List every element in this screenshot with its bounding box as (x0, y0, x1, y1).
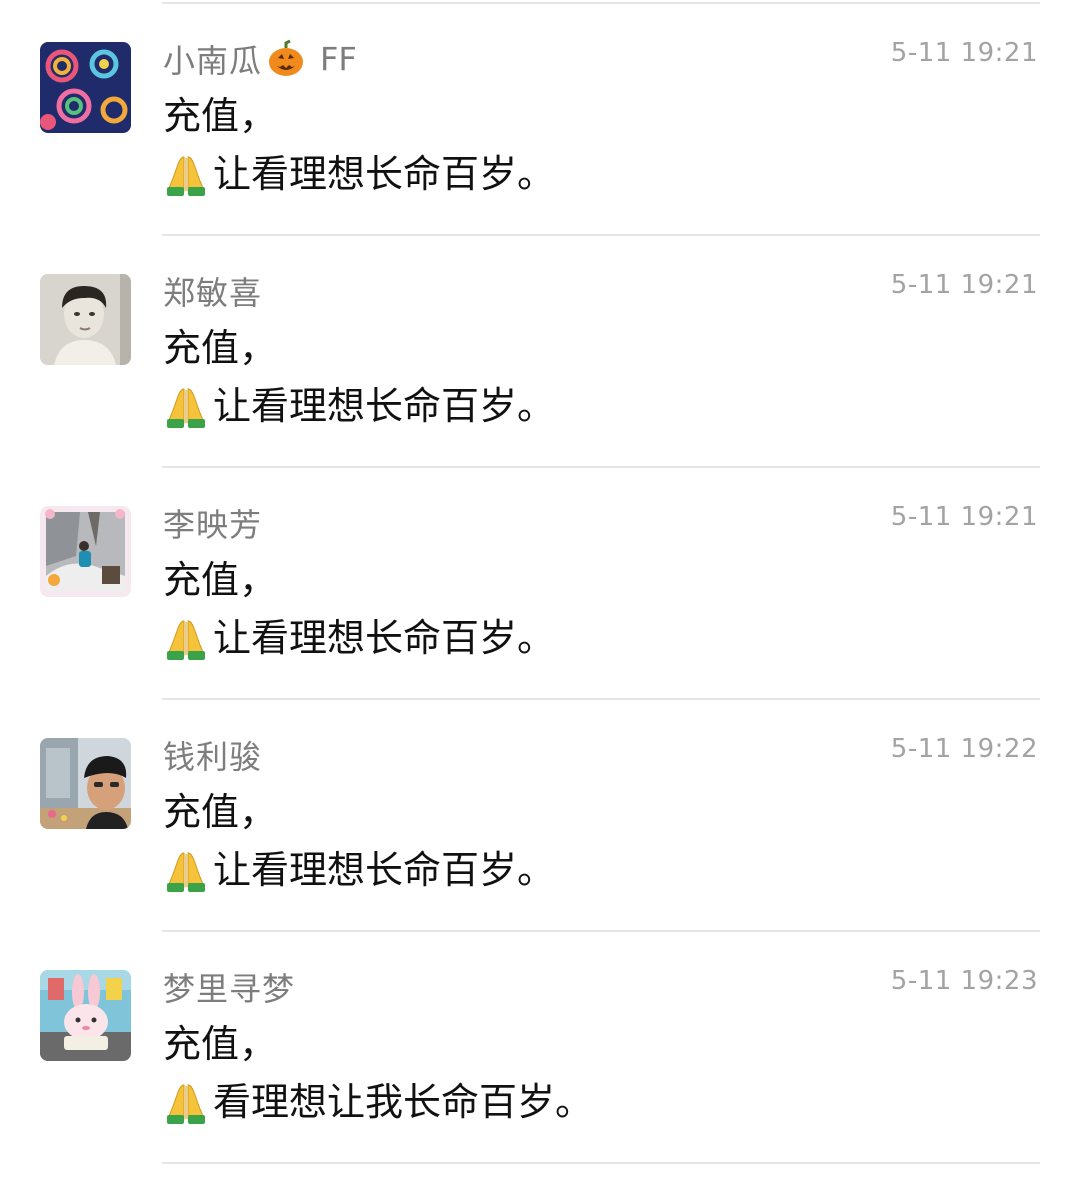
user-name[interactable]: 郑敏喜 (163, 268, 262, 314)
message-line: 让看理想长命百岁。 (163, 148, 555, 200)
message-line: 看理想让我长命百岁。 (163, 1076, 593, 1128)
user-name[interactable]: 梦里寻梦 (163, 964, 295, 1010)
timestamp: 5-11 19:21 (890, 270, 1038, 300)
message-line: 让看理想长命百岁。 (163, 612, 555, 664)
message-line: 充值， (163, 558, 278, 602)
user-name-suffix: FF (320, 40, 357, 78)
user-name[interactable]: 李映芳 (163, 500, 262, 546)
comment-item[interactable]: 钱利骏 5-11 19:22 充值， 让看理想长命百岁。 (0, 698, 1080, 930)
message-text: 让看理想长命百岁。 (213, 616, 556, 660)
message-line: 让看理想长命百岁。 (163, 844, 555, 896)
name-row: 梦里寻梦 (163, 964, 295, 1010)
comment-item[interactable]: 梦里寻梦 5-11 19:23 充值， 看理想让我长命百岁。 (0, 930, 1080, 1162)
timestamp: 5-11 19:23 (890, 966, 1038, 996)
folded-hands-icon (163, 847, 209, 893)
message-line: 充值， (163, 790, 278, 834)
name-row: 小南瓜 FF (163, 36, 357, 82)
timestamp: 5-11 19:22 (890, 734, 1038, 764)
name-row: 郑敏喜 (163, 268, 262, 314)
message-text: 看理想让我长命百岁。 (213, 1080, 594, 1124)
message-line: 让看理想长命百岁。 (163, 380, 555, 432)
avatar[interactable] (40, 274, 131, 365)
divider (162, 1162, 1040, 1164)
timestamp: 5-11 19:21 (890, 502, 1038, 532)
message-text: 让看理想长命百岁。 (213, 152, 556, 196)
comment-item[interactable]: 小南瓜 FF 5-11 19:21 充值， 让看理想长命百岁。 (0, 2, 1080, 234)
name-row: 李映芳 (163, 500, 262, 546)
name-row: 钱利骏 (163, 732, 262, 778)
message-text: 让看理想长命百岁。 (213, 848, 556, 892)
message-line: 充值， (163, 1022, 278, 1066)
folded-hands-icon (163, 1079, 209, 1125)
message-line: 充值， (163, 326, 278, 370)
folded-hands-icon (163, 615, 209, 661)
comment-feed: 小南瓜 FF 5-11 19:21 充值， 让看理想长命百岁。 郑敏喜 5-11… (0, 0, 1080, 1177)
comment-item[interactable]: 郑敏喜 5-11 19:21 充值， 让看理想长命百岁。 (0, 234, 1080, 466)
folded-hands-icon (163, 151, 209, 197)
message-line: 充值， (163, 94, 278, 138)
folded-hands-icon (163, 383, 209, 429)
message-text: 让看理想长命百岁。 (213, 384, 556, 428)
avatar[interactable] (40, 42, 131, 133)
user-name[interactable]: 小南瓜 (163, 36, 262, 82)
comment-item[interactable]: 李映芳 5-11 19:21 充值， 让看理想长命百岁。 (0, 466, 1080, 698)
avatar[interactable] (40, 970, 131, 1061)
pumpkin-icon (266, 39, 306, 79)
avatar[interactable] (40, 506, 131, 597)
user-name[interactable]: 钱利骏 (163, 732, 262, 778)
avatar[interactable] (40, 738, 131, 829)
timestamp: 5-11 19:21 (890, 38, 1038, 68)
